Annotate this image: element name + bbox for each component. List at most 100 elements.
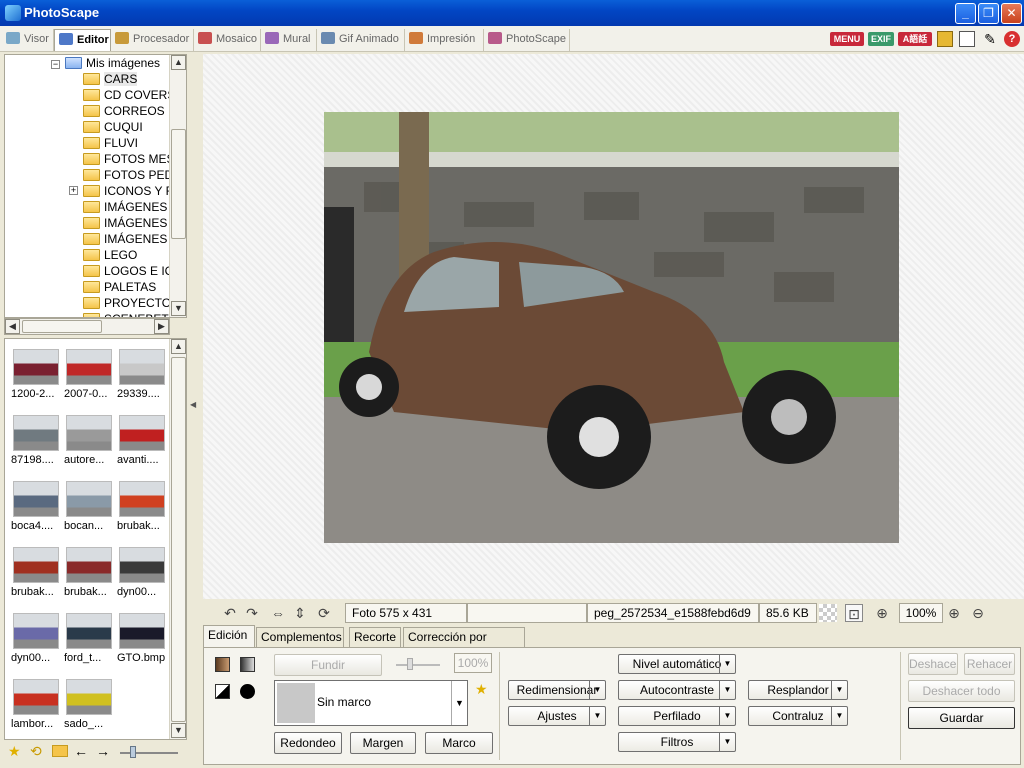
fit-zoom-icon[interactable]: ⊡ [845,604,863,622]
tab-mosaico[interactable]: Mosaico [194,29,261,51]
thumbs-vscrollbar[interactable]: ▲ ▼ [169,339,186,739]
edited-photo[interactable] [324,112,899,543]
help-icon[interactable]: ? [1004,31,1020,47]
scroll-thumb[interactable] [171,357,186,722]
undo-rotate-icon[interactable]: ↶ [221,604,239,622]
tab-procesador[interactable]: Procesador [111,29,194,51]
tab-correccion-zonas[interactable]: Corrección por zonas [403,627,525,662]
tree-folder-item[interactable]: FOTOS MES [83,151,174,167]
ajustes-button[interactable]: Ajustes ▼ [508,706,606,726]
thumb-size-slider[interactable] [120,752,178,754]
thumbnail-item[interactable]: avanti.... [117,409,167,471]
thumbnail-item[interactable]: boca4.... [11,475,61,537]
chevron-down-icon[interactable]: ▼ [451,681,467,725]
tree-hscrollbar[interactable]: ◀ ▶ [4,318,170,335]
thumbnail-item[interactable]: bocan... [64,475,114,537]
zoom-reset-icon[interactable]: ⊕ [873,604,891,622]
grayscale-icon[interactable] [240,657,255,672]
tab-complementos[interactable]: Complementos [256,627,344,647]
tab-gif-animado[interactable]: Gif Animado [317,29,405,51]
sepia-icon[interactable] [215,657,230,672]
thumbnail-item[interactable]: 2007-0... [64,343,114,405]
tree-folder-item[interactable]: CARS [83,71,138,87]
redo-rotate-icon[interactable]: ↷ [243,604,261,622]
tab-mural[interactable]: Mural [261,29,317,51]
flip-vertical-icon[interactable]: ⇕ [291,604,309,622]
zoom-out-icon[interactable]: ⊖ [969,604,987,622]
close-button[interactable]: ✕ [1001,3,1022,24]
thumbnail-item[interactable]: 29339.... [117,343,167,405]
thumbnail-item[interactable]: ford_t... [64,607,114,669]
maximize-button[interactable]: ❐ [978,3,999,24]
slideshow-icon[interactable] [937,31,953,47]
thumbnail-item[interactable]: GTO.bmp [117,607,167,669]
tree-vscrollbar[interactable]: ▲ ▼ [169,55,186,317]
scroll-right-icon[interactable]: ▶ [154,319,169,334]
thumbnail-item[interactable]: dyn00... [117,541,167,603]
tab-visor[interactable]: Visor [2,29,54,51]
forward-icon[interactable]: → [96,743,110,759]
tab-photoscape[interactable]: PhotoScape [484,29,570,51]
thumbnail-item[interactable]: 1200-2... [11,343,61,405]
tree-root[interactable]: Mis imágenes [65,55,160,71]
tree-folder-item[interactable]: PALETAS [83,279,156,295]
tree-folder-item[interactable]: CORREOS [83,103,165,119]
folder-icon[interactable] [52,745,68,757]
tree-folder-item[interactable]: IMÁGENES [83,231,167,247]
hscroll-thumb[interactable] [22,320,102,333]
rehacer-button[interactable]: Rehacer [964,653,1015,675]
filtros-button[interactable]: Filtros ▼ [618,732,736,752]
tree-folder-item[interactable]: LEGO [83,247,137,263]
guardar-button[interactable]: Guardar [908,707,1015,729]
expand-icon[interactable]: + [69,186,78,195]
thumbnail-item[interactable]: lambor... [11,673,61,735]
tab-impresion[interactable]: Impresión [405,29,484,51]
deshacer-todo-button[interactable]: Deshacer todo [908,680,1015,702]
scroll-thumb[interactable] [171,129,186,239]
thumbnail-item[interactable]: dyn00... [11,607,61,669]
scroll-down-icon[interactable]: ▼ [171,301,186,316]
tree-folder-item[interactable]: FLUVI [83,135,138,151]
autocontraste-button[interactable]: Autocontraste ▼ [618,680,736,700]
contraluz-button[interactable]: Contraluz ▼ [748,706,848,726]
redondeo-button[interactable]: Redondeo [274,732,342,754]
scroll-up-icon[interactable]: ▲ [171,339,186,354]
tree-folder-item[interactable]: ICONOS Y F [83,183,173,199]
tree-folder-item[interactable]: FOTOS PED [83,167,173,183]
slider-handle[interactable] [130,746,136,758]
thumbnail-item[interactable]: brubak... [117,475,167,537]
tree-folder-item[interactable]: PROYECTOS [83,295,179,311]
exif-button[interactable]: EXIF [868,32,894,46]
transparency-icon[interactable] [819,604,837,622]
splitter-arrow-icon[interactable]: ◀ [190,400,196,409]
margen-button[interactable]: Margen [350,732,416,754]
tools-icon[interactable]: ✎ [982,31,998,47]
thumbnail-item[interactable]: 87198.... [11,409,61,471]
tab-editor[interactable]: Editor [54,29,111,51]
rotate-icon[interactable]: ⟲ [30,743,42,760]
thumbnail-item[interactable]: sado_... [64,673,114,735]
zoom-in-icon[interactable]: ⊕ [945,604,963,622]
tree-folder-item[interactable]: CD COVERS [83,87,175,103]
deshacer-button[interactable]: Deshacer [908,653,958,675]
negative-icon[interactable] [215,684,230,699]
thumbnail-item[interactable]: autore... [64,409,114,471]
thumbnail-item[interactable]: brubak... [64,541,114,603]
menu-button[interactable]: MENU [830,32,864,46]
favorite-star-icon[interactable]: ★ [475,681,488,698]
star-icon[interactable]: ★ [8,743,21,760]
brush-icon[interactable] [240,684,255,699]
tab-edicion[interactable]: Edición [203,625,255,647]
opacity-slider-handle[interactable] [407,658,413,670]
tree-folder-item[interactable]: IMÁGENES ( [83,199,175,215]
nivel-automatico-button[interactable]: Nivel automático ▼ [618,654,736,674]
language-button[interactable]: A語話 [898,32,932,46]
frame-select[interactable]: Sin marco ▼ [274,680,468,726]
scroll-left-icon[interactable]: ◀ [5,319,20,334]
tree-folder-item[interactable]: IMÁGENES I [83,215,174,231]
tree-folder-item[interactable]: CUQUI [83,119,143,135]
opacity-slider[interactable] [396,664,440,666]
rotate-icon[interactable]: ⟳ [315,604,333,622]
scroll-up-icon[interactable]: ▲ [171,55,186,70]
flip-horizontal-icon[interactable]: ⇔ [269,604,287,622]
